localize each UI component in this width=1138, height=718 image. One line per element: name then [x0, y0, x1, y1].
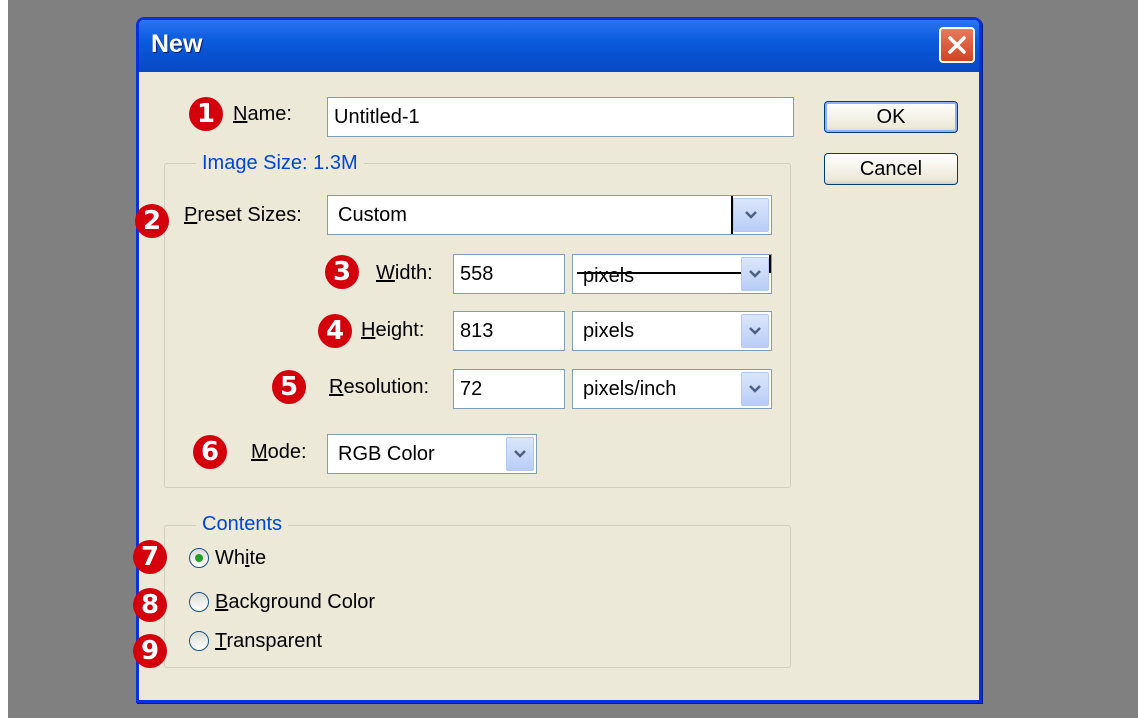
- contents-legend: Contents: [196, 513, 289, 536]
- new-document-dialog: New 1 Name: Untitled-1 OK Cancel Image S…: [133, 17, 982, 703]
- resolution-unit-select[interactable]: pixels/inch: [572, 369, 772, 409]
- close-button[interactable]: [939, 27, 975, 63]
- canvas-edge: [0, 0, 8, 718]
- preset-sizes-select[interactable]: Custom: [327, 195, 772, 235]
- preset-sizes-value: Custom: [338, 203, 407, 226]
- chevron-down-icon[interactable]: [733, 198, 769, 232]
- width-input[interactable]: 558: [453, 254, 565, 294]
- callout-badge-7: 7: [133, 540, 167, 574]
- callout-badge-2: 2: [135, 204, 169, 238]
- image-size-legend: Image Size: 1.3M: [196, 152, 364, 175]
- preset-sizes-label: Preset Sizes:: [184, 204, 302, 226]
- callout-badge-9: 9: [133, 634, 167, 668]
- callout-badge-1: 1: [189, 97, 223, 131]
- resolution-label: Resolution:: [329, 376, 430, 398]
- transparent-option-label[interactable]: Transparent: [215, 630, 322, 653]
- redraw-artifact-edge: [769, 255, 771, 273]
- name-label: Name:: [233, 103, 292, 125]
- width-unit-select[interactable]: pixels: [572, 254, 772, 294]
- chevron-down-icon[interactable]: [741, 314, 769, 348]
- chevron-down-icon[interactable]: [506, 437, 534, 471]
- mode-select[interactable]: RGB Color: [327, 434, 537, 474]
- callout-badge-6: 6: [193, 435, 227, 469]
- chevron-down-icon[interactable]: [741, 372, 769, 406]
- redraw-artifact: [577, 272, 767, 274]
- cancel-button[interactable]: Cancel: [824, 153, 958, 185]
- chevron-down-icon[interactable]: [741, 257, 769, 291]
- white-radio[interactable]: [189, 548, 209, 568]
- dialog-title: New: [151, 30, 203, 58]
- title-bar[interactable]: New: [139, 20, 979, 72]
- mode-label: Mode:: [251, 441, 307, 463]
- name-input[interactable]: Untitled-1: [327, 97, 794, 137]
- height-unit-select[interactable]: pixels: [572, 311, 772, 351]
- height-label: Height:: [361, 319, 425, 341]
- white-option-label[interactable]: White: [215, 547, 266, 570]
- resolution-unit-value: pixels/inch: [583, 377, 677, 400]
- ok-button[interactable]: OK: [824, 101, 958, 133]
- radio-selected-dot: [195, 554, 203, 562]
- resolution-input[interactable]: 72: [453, 369, 565, 409]
- mode-value: RGB Color: [338, 442, 435, 465]
- height-unit-value: pixels: [583, 319, 635, 342]
- width-unit-value: pixels: [583, 264, 635, 287]
- height-input[interactable]: 813: [453, 311, 565, 351]
- callout-badge-4: 4: [318, 314, 352, 348]
- transparent-radio[interactable]: [189, 631, 209, 651]
- callout-badge-8: 8: [133, 588, 167, 622]
- close-icon: [948, 36, 966, 54]
- background-color-option-label[interactable]: Background Color: [215, 591, 375, 614]
- width-label: Width:: [376, 262, 433, 284]
- callout-badge-3: 3: [325, 255, 359, 289]
- callout-badge-5: 5: [272, 370, 306, 404]
- background-color-radio[interactable]: [189, 592, 209, 612]
